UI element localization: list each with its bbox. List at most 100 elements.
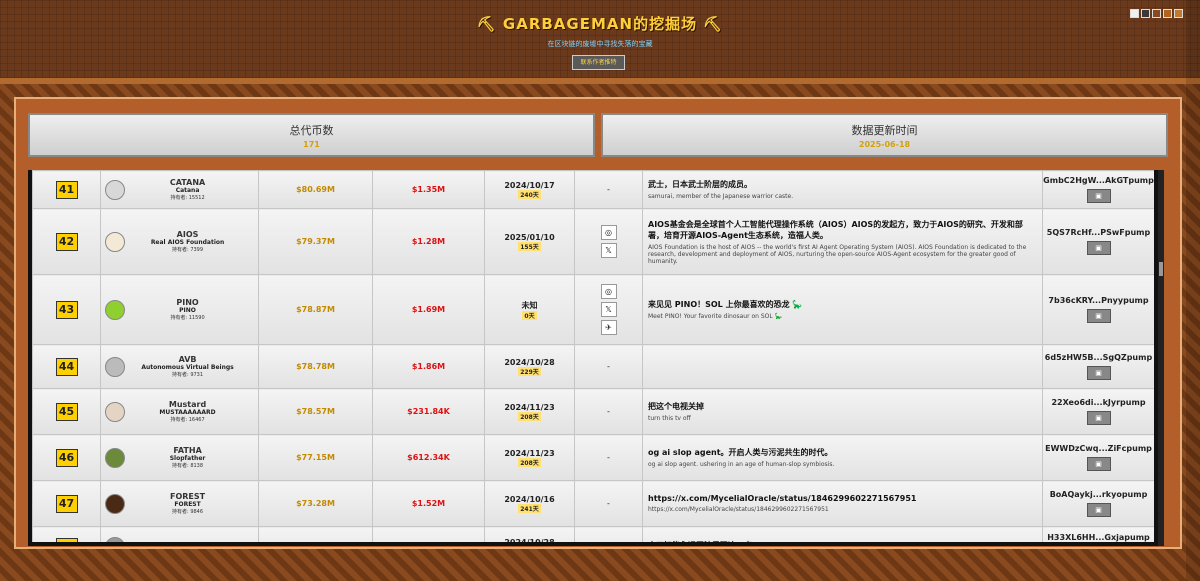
links-cell: ◎ 𝕏 ✈ [574,274,643,345]
social-link-icon[interactable]: ◎ [600,225,617,240]
contract-address: 22Xeo6di...kJyrpump [1051,398,1146,407]
rank-cell: 41 [32,170,101,209]
rank-cell: 48 [32,526,101,542]
total-tokens-value: 171 [303,140,320,149]
description-cn: AIOS基金会是全球首个人工智能代理操作系统（AIOS）AIOS的发起方，致力于… [648,219,1023,240]
token-info: PINO PINO 持有者: 11590 [128,298,248,321]
links-empty: - [607,362,610,371]
theme-swatch[interactable] [1174,9,1183,18]
table-scrollbar[interactable] [1158,170,1164,546]
description-cn: 人工智能永远无法重现这一点 [648,540,1037,543]
table-row[interactable]: 47 FOREST FOREST 持有者: 9846 $73.28M $1.52… [32,480,1154,527]
table-row[interactable]: 44 AVB Autonomous Virtual Beings 持有者: 97… [32,344,1154,389]
token-symbol: AVB [178,355,197,364]
rank-badge: 47 [55,494,78,513]
social-link-icon[interactable]: 𝕏 [600,243,617,258]
copy-address-button[interactable]: ▣ [1086,189,1111,203]
age-days: 208天 [518,411,541,421]
site-subtitle: 在区块链的废墟中寻找失落的宝藏 [547,40,653,48]
rank-badge: 42 [55,232,78,251]
social-link-icon[interactable]: ✈ [600,320,617,335]
token-symbol: AIOS [176,230,199,239]
token-holders: 持有者: 11590 [170,315,205,321]
update-time-value: 2025-06-18 [858,140,911,149]
description-en: turn this tv off [648,415,691,422]
token-cell[interactable]: AIOS Real AIOS Foundation 持有者: 7399 [100,208,259,275]
contract-address: 6d5zHW5B...SgQZpump [1044,353,1153,362]
token-symbol: Mustard [168,400,207,409]
token-cell[interactable]: FATHA Slopfather 持有者: 8138 [100,434,259,481]
market-cap-cell: $78.87M [258,274,373,345]
links-cell [574,526,643,542]
token-avatar [105,536,125,542]
contract-address: 5QS7RcHf...PSwFpump [1046,228,1151,237]
links-empty: - [607,407,610,416]
copy-address-button[interactable]: ▣ [1086,366,1111,380]
table-row[interactable]: 42 AIOS Real AIOS Foundation 持有者: 7399 $… [32,208,1154,275]
social-link-icon[interactable]: ◎ [600,284,617,299]
copy-address-button[interactable]: ▣ [1086,411,1111,425]
description-cn: 来见见 PINO！SOL 上你最喜欢的恐龙 🦕 [648,300,803,309]
created-date: 2024/10/17 [504,180,555,190]
theme-swatch[interactable] [1141,9,1150,18]
table-row[interactable]: 41 CATANA Catana 持有者: 15512 $80.69M $1.3… [32,170,1154,209]
description-cn: og ai slop agent。开启人类与污泥共生的时代。 [648,448,833,457]
copy-address-button[interactable]: ▣ [1086,241,1111,255]
token-cell[interactable]: AVB Autonomous Virtual Beings 持有者: 9731 [100,344,259,389]
links-cell: - [574,344,643,389]
description-cell: https://x.com/MycelialOracle/status/1846… [642,480,1043,527]
header-banner: ⛏ GARBAGEMAN的挖掘场 ⛏ 在区块链的废墟中寻找失落的宝藏 联系作者推特 [0,0,1200,78]
created-date-cell: 2024/10/28 [484,526,575,542]
volume-cell [372,526,485,542]
token-cell[interactable]: PINO PINO 持有者: 11590 [100,274,259,345]
token-avatar [105,356,125,377]
copy-address-button[interactable]: ▣ [1086,457,1111,471]
rank-badge: 46 [55,448,78,467]
rank-cell: 47 [32,480,101,527]
rank-cell: 45 [32,388,101,435]
address-cell: H33XL6HH...Gxjapump ▣ [1042,526,1154,542]
theme-swatch[interactable] [1152,9,1161,18]
token-cell[interactable]: APPLE [100,526,259,542]
volume-cell: $1.86M [372,344,485,389]
token-cell[interactable]: Mustard MUSTAAAAAARD 持有者: 16467 [100,388,259,435]
contact-author-button[interactable]: 联系作者推特 [572,55,625,70]
token-cell[interactable]: CATANA Catana 持有者: 15512 [100,170,259,209]
description-cell: 把这个电视关掉 turn this tv off [642,388,1043,435]
volume-cell: $1.35M [372,170,485,209]
description-en: AIOS Foundation is the host of AIOS -- t… [648,243,1027,265]
created-date-cell: 2025/01/10 155天 [484,208,575,275]
copy-address-button[interactable]: ▣ [1086,503,1111,517]
description-en: Meet PINO! Your favorite dinosaur on SOL… [648,313,783,320]
update-time-label: 数据更新时间 [851,124,918,137]
table-row[interactable]: 45 Mustard MUSTAAAAAARD 持有者: 16467 $78.5… [32,388,1154,435]
description-en: samurai, member of the Japanese warrior … [648,193,794,200]
theme-swatch[interactable] [1130,9,1139,18]
volume-cell: $1.28M [372,208,485,275]
volume-cell: $1.52M [372,480,485,527]
created-date: 2024/10/28 [504,357,555,367]
theme-swatch[interactable] [1163,9,1172,18]
token-cell[interactable]: FOREST FOREST 持有者: 9846 [100,480,259,527]
token-holders: 持有者: 8138 [172,463,204,469]
social-link-icon[interactable]: 𝕏 [600,302,617,317]
token-name: Autonomous Virtual Beings [141,364,234,371]
table-row[interactable]: 46 FATHA Slopfather 持有者: 8138 $77.15M $6… [32,434,1154,481]
description-cell: og ai slop agent。开启人类与污泥共生的时代。 og ai slo… [642,434,1043,481]
created-date-cell: 2024/10/17 240天 [484,170,575,209]
scrollbar-thumb[interactable] [1159,262,1163,276]
rank-badge: 45 [55,402,78,421]
token-info: FATHA Slopfather 持有者: 8138 [128,446,248,469]
token-info: CATANA Catana 持有者: 15512 [128,178,248,201]
token-holders: 持有者: 16467 [170,417,205,423]
copy-address-button[interactable]: ▣ [1086,309,1111,323]
age-days: 0天 [522,310,537,320]
site-title-text: GARBAGEMAN的挖掘场 [502,15,698,33]
address-cell: GmbC2HgW...AkGTpump ▣ [1042,170,1154,209]
token-name: Catana [175,187,200,194]
rank-badge: 48 [55,537,78,542]
description-cell: 来见见 PINO！SOL 上你最喜欢的恐龙 🦕 Meet PINO! Your … [642,274,1043,345]
table-row[interactable]: 48 APPLE 2024/10/28 人工智能永远无法重现这一点 H33XL6… [32,526,1154,543]
table-row[interactable]: 43 PINO PINO 持有者: 11590 $78.87M $1.69M 未… [32,274,1154,345]
token-table-container[interactable]: 41 CATANA Catana 持有者: 15512 $80.69M $1.3… [28,170,1164,546]
